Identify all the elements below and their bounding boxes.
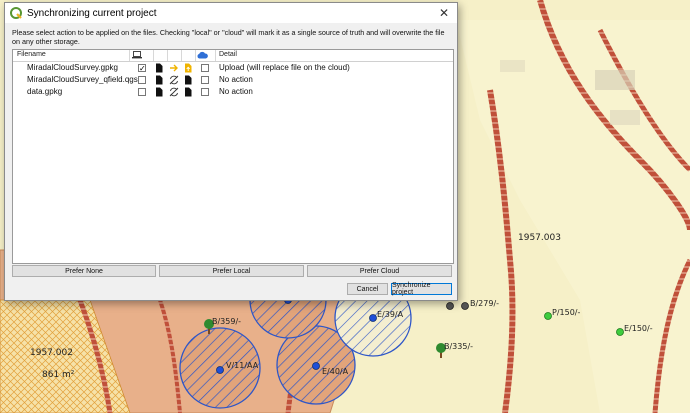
- cloud-checkbox[interactable]: [201, 88, 209, 96]
- file-icon: [185, 75, 192, 85]
- no-sync-icon: [169, 75, 179, 85]
- cloud-checkbox[interactable]: [201, 76, 209, 84]
- table-header: Filename Detail: [13, 50, 453, 62]
- prefer-none-button[interactable]: Prefer None: [12, 265, 156, 277]
- dialog-title: Synchronizing current project: [27, 7, 157, 19]
- qgis-logo-icon: [10, 7, 22, 19]
- column-header-detail[interactable]: Detail: [219, 51, 237, 58]
- synchronize-project-button[interactable]: Synchronize project: [391, 282, 452, 296]
- map-label-parcel: 1957.003: [518, 233, 561, 243]
- file-icon: [156, 75, 163, 85]
- file-upload-icon: [185, 63, 192, 73]
- files-table[interactable]: Filename Detail MiradalCloudSurvey.gpkg …: [12, 49, 454, 264]
- prefer-cloud-button[interactable]: Prefer Cloud: [307, 265, 452, 277]
- table-row[interactable]: MiradalCloudSurvey_qfield.qgs No action: [13, 74, 453, 86]
- file-icon: [185, 87, 192, 97]
- instructions-text: Please select action to be applied on th…: [12, 28, 445, 46]
- arrow-right-icon: [170, 64, 178, 72]
- local-checkbox[interactable]: [138, 88, 146, 96]
- map-label-point: E/150/-: [624, 324, 653, 333]
- map-label-point: B/279/-: [470, 299, 500, 308]
- file-name: MiradalCloudSurvey_qfield.qgs: [27, 75, 138, 84]
- dialog-titlebar[interactable]: Synchronizing current project ✕: [5, 3, 457, 23]
- map-label-point: E/40/A: [322, 367, 349, 376]
- map-label-point: V/11/AA: [226, 361, 259, 370]
- no-sync-icon: [169, 87, 179, 97]
- file-name: MiradalCloudSurvey.gpkg: [27, 63, 119, 72]
- table-row[interactable]: MiradalCloudSurvey.gpkg ✓ Upload (will r…: [13, 62, 453, 74]
- cloud-checkbox[interactable]: [201, 64, 209, 72]
- local-checkbox[interactable]: ✓: [138, 64, 146, 73]
- laptop-icon: [132, 51, 142, 59]
- file-icon: [156, 87, 163, 97]
- table-row[interactable]: data.gpkg No action: [13, 86, 453, 98]
- sync-dialog: Synchronizing current project ✕ Please s…: [4, 2, 458, 301]
- close-button[interactable]: ✕: [431, 3, 457, 23]
- prefer-local-button[interactable]: Prefer Local: [159, 265, 304, 277]
- cancel-button[interactable]: Cancel: [347, 283, 388, 295]
- local-checkbox[interactable]: [138, 76, 146, 84]
- file-detail: No action: [219, 87, 253, 96]
- file-detail: No action: [219, 75, 253, 84]
- cloud-icon: [197, 51, 208, 59]
- map-label-tree: B/359/-: [212, 317, 242, 326]
- map-label-point: E/39/A: [377, 310, 404, 319]
- map-label-point: P/150/-: [552, 308, 581, 317]
- column-header-filename[interactable]: Filename: [17, 51, 46, 58]
- map-label-tree: B/335/-: [444, 342, 474, 351]
- file-icon: [156, 63, 163, 73]
- file-detail: Upload (will replace file on the cloud): [219, 63, 350, 72]
- map-label-area: 861 m²: [42, 370, 75, 380]
- map-label-parcel: 1957.002: [30, 348, 73, 358]
- file-name: data.gpkg: [27, 87, 63, 96]
